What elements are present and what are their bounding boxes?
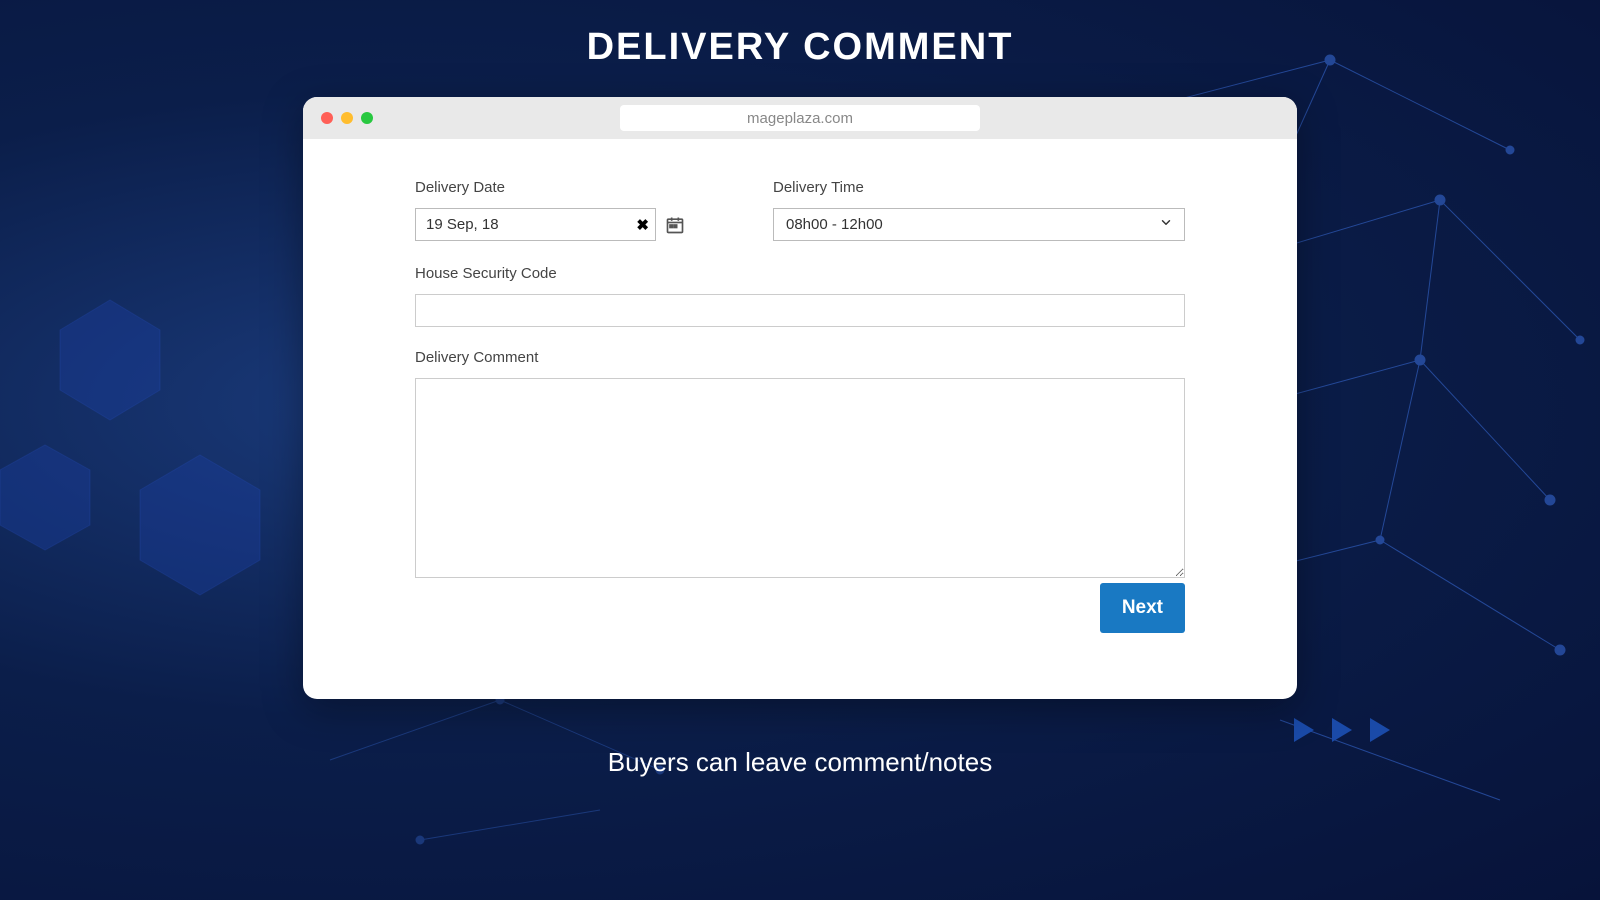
maximize-window-icon[interactable]: [361, 112, 373, 124]
delivery-date-label: Delivery Date: [415, 179, 685, 196]
address-bar-text: mageplaza.com: [747, 110, 853, 127]
clear-date-icon[interactable]: ✖: [636, 216, 649, 234]
delivery-date-field-wrap: ✖: [415, 208, 685, 241]
delivery-time-label: Delivery Time: [773, 179, 1185, 196]
page-title: DELIVERY COMMENT: [0, 0, 1600, 69]
delivery-date-input-wrap: ✖: [415, 208, 657, 241]
chevron-down-icon: [1159, 215, 1173, 234]
house-security-code-input[interactable]: [415, 294, 1185, 327]
house-security-code-label: House Security Code: [415, 265, 1185, 282]
browser-toolbar: mageplaza.com: [303, 97, 1297, 139]
calendar-icon[interactable]: [665, 215, 685, 235]
house-security-code-group: House Security Code: [415, 265, 1185, 327]
delivery-comment-textarea[interactable]: [415, 378, 1185, 578]
close-window-icon[interactable]: [321, 112, 333, 124]
address-bar[interactable]: mageplaza.com: [620, 105, 980, 131]
page-caption: Buyers can leave comment/notes: [0, 747, 1600, 778]
delivery-comment-group: Delivery Comment: [415, 349, 1185, 578]
browser-body: Delivery Date ✖: [303, 139, 1297, 699]
delivery-date-input[interactable]: [415, 208, 656, 241]
delivery-comment-label: Delivery Comment: [415, 349, 1185, 366]
delivery-time-group: Delivery Time 08h00 - 12h00: [773, 179, 1185, 241]
delivery-date-group: Delivery Date ✖: [415, 179, 685, 241]
next-button[interactable]: Next: [1100, 583, 1185, 633]
minimize-window-icon[interactable]: [341, 112, 353, 124]
window-controls: [321, 112, 373, 124]
delivery-time-select[interactable]: 08h00 - 12h00: [773, 208, 1185, 241]
delivery-time-selected: 08h00 - 12h00: [786, 216, 883, 233]
browser-window: mageplaza.com Delivery Date ✖: [303, 97, 1297, 699]
